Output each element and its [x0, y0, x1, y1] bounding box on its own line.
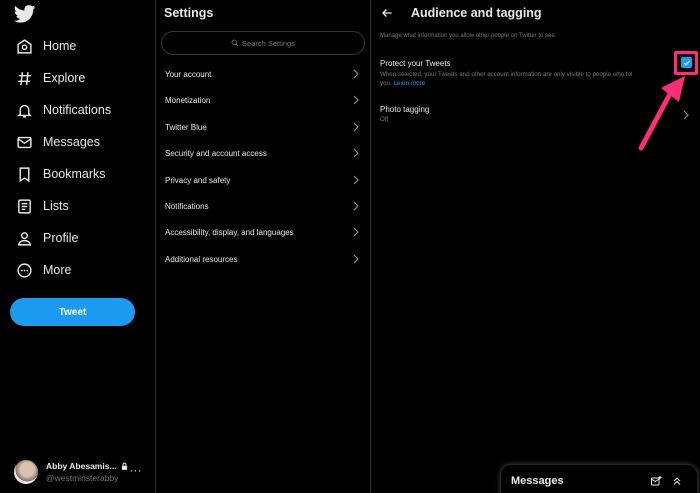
audience-tagging-panel: Audience and tagging Manage what informa…: [371, 0, 700, 493]
nav-more[interactable]: More: [14, 257, 71, 283]
nav-home-label: Home: [43, 39, 77, 53]
nav-lists[interactable]: Lists: [14, 193, 69, 219]
messages-drawer-title: Messages: [511, 475, 564, 487]
chevron-right-icon: [353, 175, 359, 185]
photo-tagging-value: Off: [380, 116, 389, 123]
new-message-icon[interactable]: [650, 475, 662, 487]
back-arrow-icon[interactable]: [380, 6, 394, 20]
settings-item-monetization[interactable]: Monetization: [156, 87, 370, 113]
protect-desc-text: When selected, your Tweets and other acc…: [380, 71, 633, 78]
chevron-right-icon: [353, 69, 359, 79]
chevron-right-icon: [353, 122, 359, 132]
settings-column: Settings Search Settings Your account Mo…: [156, 0, 371, 493]
chevron-double-up-icon[interactable]: [671, 475, 683, 487]
left-navigation: Home Explore Notifications Messages Book…: [0, 0, 156, 493]
hashtag-icon: [14, 68, 34, 88]
chevron-right-icon: [353, 227, 359, 237]
nav-messages-label: Messages: [43, 135, 100, 149]
settings-item-label: Additional resources: [165, 254, 238, 264]
bookmark-icon: [14, 164, 34, 184]
chevron-right-icon: [353, 148, 359, 158]
settings-item-accessibility[interactable]: Accessibility, display, and languages: [156, 219, 370, 245]
twitter-bird-icon[interactable]: [14, 5, 36, 23]
envelope-icon: [14, 132, 34, 152]
settings-item-security[interactable]: Security and account access: [156, 140, 370, 166]
photo-tagging-title: Photo tagging: [380, 105, 430, 114]
account-name-row: Abby Abesamis...: [46, 461, 129, 471]
chevron-right-icon: [353, 95, 359, 105]
bell-icon: [14, 100, 34, 120]
nav-more-label: More: [43, 263, 72, 277]
search-settings-input[interactable]: Search Settings: [161, 31, 365, 55]
settings-item-label: Security and account access: [165, 148, 267, 158]
settings-item-label: Twitter Blue: [165, 122, 207, 132]
settings-item-twitter-blue[interactable]: Twitter Blue: [156, 114, 370, 140]
tweet-button[interactable]: Tweet: [10, 298, 135, 326]
list-icon: [14, 196, 34, 216]
home-icon: [14, 36, 34, 56]
nav-bookmarks[interactable]: Bookmarks: [14, 161, 106, 187]
settings-item-your-account[interactable]: Your account: [156, 61, 370, 87]
settings-item-privacy[interactable]: Privacy and safety: [156, 167, 370, 193]
lock-icon: [121, 462, 127, 470]
settings-item-label: Privacy and safety: [165, 175, 231, 185]
settings-title: Settings: [164, 6, 214, 20]
nav-notifications[interactable]: Notifications: [14, 97, 111, 123]
account-name: Abby Abesamis...: [46, 461, 117, 471]
search-icon: [231, 39, 239, 47]
nav-messages[interactable]: Messages: [14, 129, 100, 155]
more-circle-icon: [14, 260, 34, 280]
nav-explore-label: Explore: [43, 71, 86, 85]
nav-explore[interactable]: Explore: [14, 65, 85, 91]
nav-profile-label: Profile: [43, 231, 79, 245]
search-placeholder: Search Settings: [242, 38, 295, 48]
chevron-right-icon: [353, 254, 359, 264]
settings-item-label: Notifications: [165, 201, 209, 211]
account-info: Abby Abesamis... @westminsterabby: [46, 461, 129, 483]
nav-lists-label: Lists: [43, 199, 69, 213]
settings-item-label: Your account: [165, 69, 212, 79]
account-more-icon[interactable]: ···: [130, 465, 143, 477]
nav-bookmarks-label: Bookmarks: [43, 167, 106, 181]
protect-desc-text-cont: you.: [380, 79, 392, 87]
page-description: Manage what information you allow other …: [380, 33, 557, 39]
learn-more-link[interactable]: Learn more: [393, 80, 425, 87]
photo-tagging-row[interactable]: Photo tagging Off: [371, 100, 700, 128]
messages-drawer[interactable]: Messages: [501, 465, 697, 493]
protect-tweets-title: Protect your Tweets: [380, 59, 451, 68]
page-title: Audience and tagging: [411, 6, 542, 20]
settings-item-label: Accessibility, display, and languages: [165, 227, 294, 237]
person-icon: [14, 228, 34, 248]
chevron-right-icon: [353, 201, 359, 211]
settings-item-additional-resources[interactable]: Additional resources: [156, 246, 370, 272]
account-switcher[interactable]: Abby Abesamis... @westminsterabby ···: [14, 457, 154, 487]
chevron-right-icon: [683, 110, 689, 120]
account-handle: @westminsterabby: [46, 473, 119, 483]
nav-profile[interactable]: Profile: [14, 225, 78, 251]
settings-item-notifications[interactable]: Notifications: [156, 193, 370, 219]
nav-notifications-label: Notifications: [43, 103, 112, 117]
nav-home[interactable]: Home: [14, 33, 76, 59]
settings-item-label: Monetization: [165, 95, 211, 105]
avatar: [14, 460, 38, 484]
